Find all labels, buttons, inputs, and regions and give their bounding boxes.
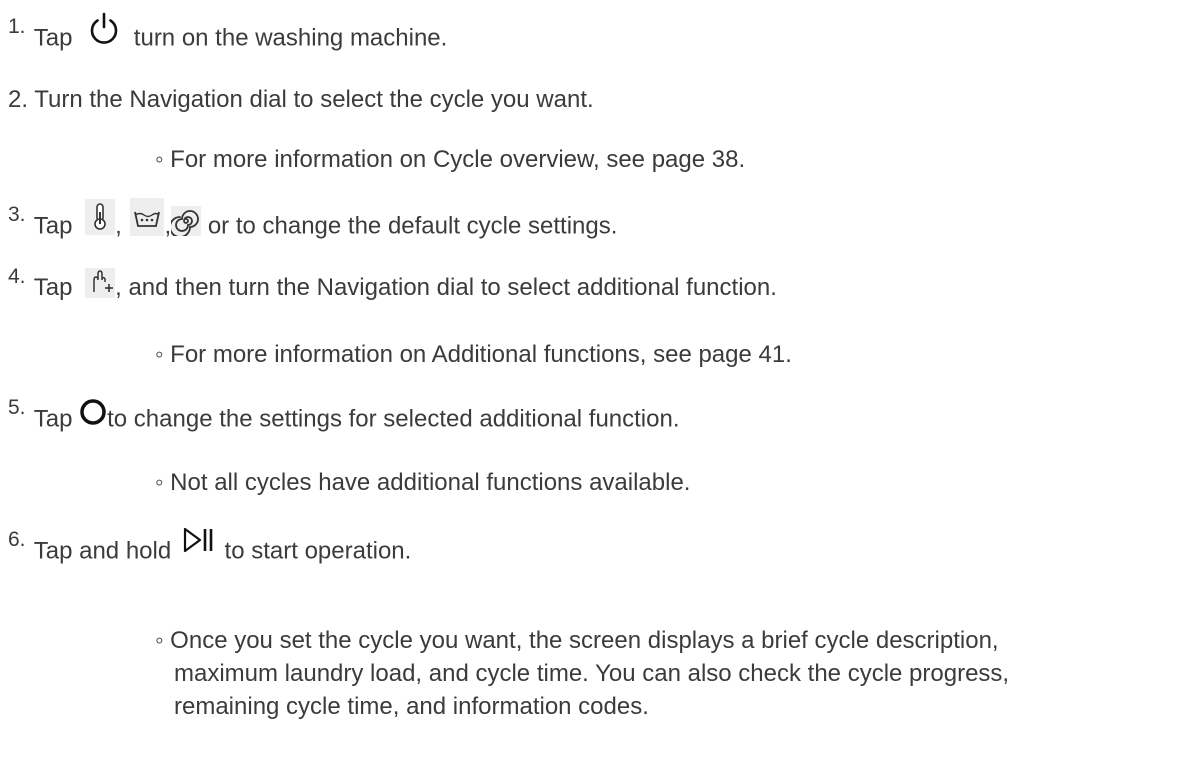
step-number: 5. [8,396,26,420]
spin-icon [169,206,202,238]
separator: , [115,212,122,240]
step-number: 3. [8,203,26,227]
step-text: Turn the Navigation dial to select the c… [34,86,594,113]
power-icon [87,12,121,54]
step-6-note: ◦ Once you set the cycle you want, the s… [155,624,1195,723]
step-text: or to change the default cycle settings. [207,212,618,240]
step-number: 2. [8,86,29,113]
step-2-note: ◦ For more information on Cycle overview… [155,146,746,173]
step-5: 5. Tap to change the settings for select… [8,396,680,438]
step-text: , and then turn the Navigation dial to s… [115,274,777,301]
step-text: Tap [33,24,73,52]
thermometer-icon [85,199,116,235]
step-3: 3. Tap , , or to change the default cycl… [8,198,618,246]
separator: , [164,212,172,240]
touch-plus-icon [85,267,116,298]
step-text: Tap [33,212,73,240]
step-number: 6. [8,528,26,552]
step-text: to change the settings for selected addi… [107,405,680,433]
step-2: 2. Turn the Navigation dial to select th… [8,85,594,115]
step-6: 6. Tap and hold to start operation. [8,527,412,570]
wash-basin-icon [130,198,165,236]
step-text: Tap and hold [33,537,172,565]
step-number: 1. [8,15,26,39]
circle-icon [79,398,107,434]
step-text: turn on the washing machine. [133,24,448,52]
step-4-note: ◦ For more information on Additional fun… [155,341,792,368]
note-line: remaining cycle time, and information co… [174,693,649,720]
note-line: maximum laundry load, and cycle time. Yo… [174,660,1010,687]
step-text: to start operation. [224,537,412,565]
step-1: 1. Tap turn on the washing machine. [8,12,448,60]
step-text: Tap [33,274,73,301]
play-pause-icon [182,526,218,562]
step-4: 4. Tap , and then turn the Navigation di… [8,265,777,304]
step-5-note: ◦ Not all cycles have additional functio… [155,469,691,496]
step-number: 4. [8,265,26,288]
note-line: ◦ Once you set the cycle you want, the s… [155,627,999,654]
step-text: Tap [33,405,73,433]
